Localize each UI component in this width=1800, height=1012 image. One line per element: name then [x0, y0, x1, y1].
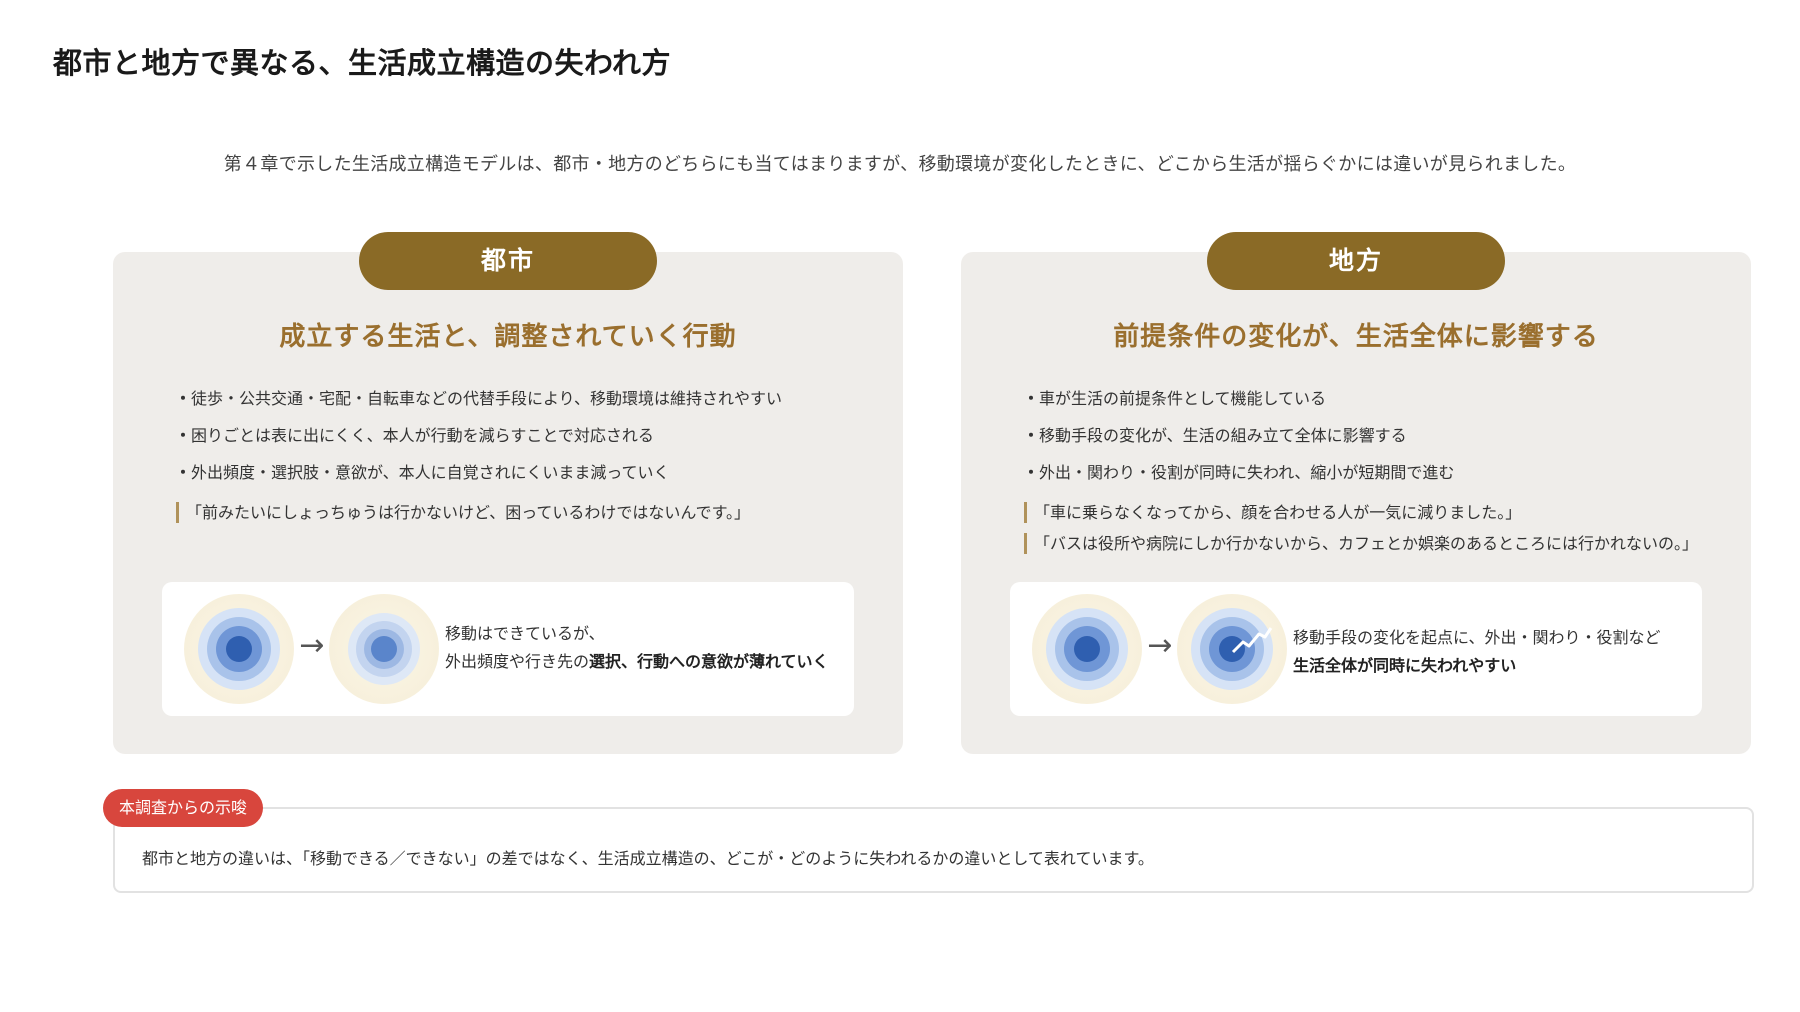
- urban-bullet-list: ・徒歩・公共交通・宅配・自転車などの代替手段により、移動環境は維持されやすい ・…: [175, 384, 782, 495]
- faded-concentric-circles-icon: [329, 594, 439, 704]
- intro-text: 第４章で示した生活成立構造モデルは、都市・地方のどちらにも当てはまりますが、移動…: [223, 154, 1577, 175]
- list-item: ・車が生活の前提条件として機能している: [1023, 384, 1454, 421]
- bullet-text: 外出・関わり・役割が同時に失われ、縮小が短期間で進む: [1039, 463, 1455, 482]
- rural-panel: 地方 前提条件の変化が、生活全体に影響する ・車が生活の前提条件として機能してい…: [961, 232, 1751, 754]
- bullet-text: 徒歩・公共交通・宅配・自転車などの代替手段により、移動環境は維持されやすい: [191, 389, 783, 408]
- page-title: 都市と地方で異なる、生活成立構造の失われ方: [53, 46, 672, 80]
- list-item: ・外出頻度・選択肢・意欲が、本人に自覚されにくいまま減っていく: [175, 458, 782, 495]
- list-item: ・移動手段の変化が、生活の組み立て全体に影響する: [1023, 421, 1454, 458]
- crack-icon: [1231, 627, 1273, 654]
- concentric-circles-icon: [184, 594, 294, 704]
- bullet-text: 外出頻度・選択肢・意欲が、本人に自覚されにくいまま減っていく: [191, 463, 670, 482]
- bullet-dot-icon: ・: [175, 389, 192, 408]
- bullet-dot-icon: ・: [175, 426, 192, 445]
- arrow-right-icon: →: [1147, 628, 1173, 663]
- bullet-dot-icon: ・: [175, 463, 192, 482]
- insight-tag: 本調査からの示唆: [103, 789, 264, 827]
- list-item: ・外出・関わり・役割が同時に失われ、縮小が短期間で進む: [1023, 458, 1454, 495]
- urban-quote-list: 「前みたいにしょっちゅうは行かないけど、困っているわけではないんです。」: [176, 502, 750, 533]
- illustration-text-line1: 移動はできているが、: [445, 624, 605, 643]
- insight-text: 都市と地方の違いは、「移動できる／できない」の差ではなく、生活成立構造の、どこが…: [142, 849, 1154, 868]
- list-item: ・困りごとは表に出にくく、本人が行動を減らすことで対応される: [175, 421, 782, 458]
- bullet-text: 困りごとは表に出にくく、本人が行動を減らすことで対応される: [191, 426, 654, 445]
- rural-bullet-list: ・車が生活の前提条件として機能している ・移動手段の変化が、生活の組み立て全体に…: [1023, 384, 1454, 495]
- illustration-text-normal: 外出頻度や行き先の: [445, 652, 590, 671]
- rural-headline: 前提条件の変化が、生活全体に影響する: [1113, 322, 1599, 352]
- bullet-dot-icon: ・: [1023, 463, 1040, 482]
- quote: 「前みたいにしょっちゅうは行かないけど、困っているわけではないんです。」: [176, 502, 750, 523]
- urban-panel: 都市 成立する生活と、調整されていく行動 ・徒歩・公共交通・宅配・自転車などの代…: [113, 232, 903, 754]
- list-item: ・徒歩・公共交通・宅配・自転車などの代替手段により、移動環境は維持されやすい: [175, 384, 782, 421]
- cracked-concentric-circles-icon: [1177, 594, 1287, 704]
- urban-illustration-text: 移動はできているが、 外出頻度や行き先の選択、行動への意欲が薄れていく: [445, 620, 829, 676]
- illustration-text-line1: 移動手段の変化を起点に、外出・関わり・役割など: [1293, 628, 1661, 647]
- rural-illustration-card: → 移動手段の変化を起点に、外出・関わり・役割など 生活全体が同時に失われやすい: [1010, 582, 1702, 716]
- urban-illustration-card: → 移動はできているが、 外出頻度や行き先の選択、行動への意欲が薄れていく: [162, 582, 854, 716]
- illustration-text-bold: 選択、行動への意欲が薄れていく: [589, 652, 829, 671]
- urban-label-pill: 都市: [359, 232, 657, 290]
- rural-quote-list: 「車に乗らなくなってから、顔を合わせる人が一気に減りました。」 「バスは役所や病…: [1024, 502, 1698, 564]
- insight-box: 本調査からの示唆 都市と地方の違いは、「移動できる／できない」の差ではなく、生活…: [103, 789, 1754, 893]
- arrow-right-icon: →: [299, 628, 325, 663]
- bullet-text: 車が生活の前提条件として機能している: [1039, 389, 1327, 408]
- bullet-text: 移動手段の変化が、生活の組み立て全体に影響する: [1039, 426, 1407, 445]
- quote: 「バスは役所や病院にしか行かないから、カフェとか娯楽のあるところには行かれないの…: [1024, 533, 1698, 554]
- bullet-dot-icon: ・: [1023, 389, 1040, 408]
- rural-illustration-text: 移動手段の変化を起点に、外出・関わり・役割など 生活全体が同時に失われやすい: [1293, 624, 1661, 680]
- illustration-text-line2: 生活全体が同時に失われやすい: [1293, 652, 1661, 680]
- illustration-text-bold: 生活全体が同時に失われやすい: [1293, 656, 1517, 675]
- bullet-dot-icon: ・: [1023, 426, 1040, 445]
- illustration-text-line2: 外出頻度や行き先の選択、行動への意欲が薄れていく: [445, 648, 829, 676]
- urban-headline: 成立する生活と、調整されていく行動: [279, 322, 737, 352]
- quote: 「車に乗らなくなってから、顔を合わせる人が一気に減りました。」: [1024, 502, 1698, 523]
- concentric-circles-icon: [1032, 594, 1142, 704]
- rural-label-pill: 地方: [1207, 232, 1505, 290]
